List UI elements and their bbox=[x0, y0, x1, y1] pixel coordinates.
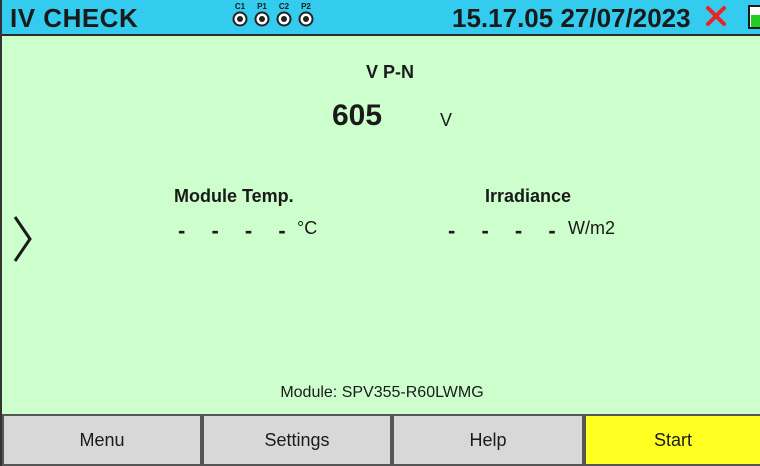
irradiance-label: Irradiance bbox=[485, 186, 572, 206]
irradiance-value: - - - - bbox=[448, 218, 566, 243]
connector-label: C2 bbox=[278, 2, 290, 11]
connector-label: P1 bbox=[257, 2, 267, 11]
vpn-value: 605 bbox=[332, 99, 383, 132]
module-temp-unit: °C bbox=[297, 218, 318, 238]
clock-date: 27/07/2023 bbox=[560, 3, 691, 33]
terminal-icon bbox=[298, 11, 314, 27]
vpn-label: V P-N bbox=[366, 62, 415, 82]
module-temp-value: - - - - bbox=[178, 218, 296, 243]
start-button[interactable]: Start bbox=[584, 414, 760, 466]
terminal-icon bbox=[276, 11, 292, 27]
red-x-icon bbox=[706, 6, 726, 26]
terminal-icon bbox=[232, 11, 248, 27]
chevron-right-icon[interactable] bbox=[12, 214, 34, 264]
module-temp-label: Module Temp. bbox=[174, 186, 294, 206]
irradiance-unit: W/m2 bbox=[568, 218, 615, 238]
module-name: Module: SPV355-R60LWMG bbox=[280, 384, 484, 401]
vpn-unit: V bbox=[440, 110, 453, 130]
settings-button[interactable]: Settings bbox=[202, 414, 392, 466]
connector-label: P2 bbox=[301, 2, 311, 11]
header-bar: IV CHECK C1 P1 C2 P2 15.17.05 27/07/2023 bbox=[2, 0, 760, 36]
terminal-icon bbox=[254, 11, 270, 27]
battery-icon bbox=[748, 5, 760, 29]
help-button[interactable]: Help bbox=[392, 414, 584, 466]
page-title: IV CHECK bbox=[10, 3, 139, 33]
instrument-screen: IV CHECK C1 P1 C2 P2 15.17.05 27/07/2023 bbox=[0, 0, 760, 466]
clock-time: 15.17.05 bbox=[452, 3, 554, 33]
connector-c1: C1 bbox=[232, 2, 248, 27]
connector-c2: C2 bbox=[276, 2, 292, 27]
battery-level bbox=[751, 15, 760, 27]
connector-p2: P2 bbox=[298, 2, 314, 27]
connector-p1: P1 bbox=[254, 2, 270, 27]
connector-label: C1 bbox=[234, 2, 246, 11]
menu-button[interactable]: Menu bbox=[2, 414, 202, 466]
datetime: 15.17.05 27/07/2023 bbox=[452, 3, 691, 34]
connector-indicators: C1 P1 C2 P2 bbox=[232, 2, 314, 27]
